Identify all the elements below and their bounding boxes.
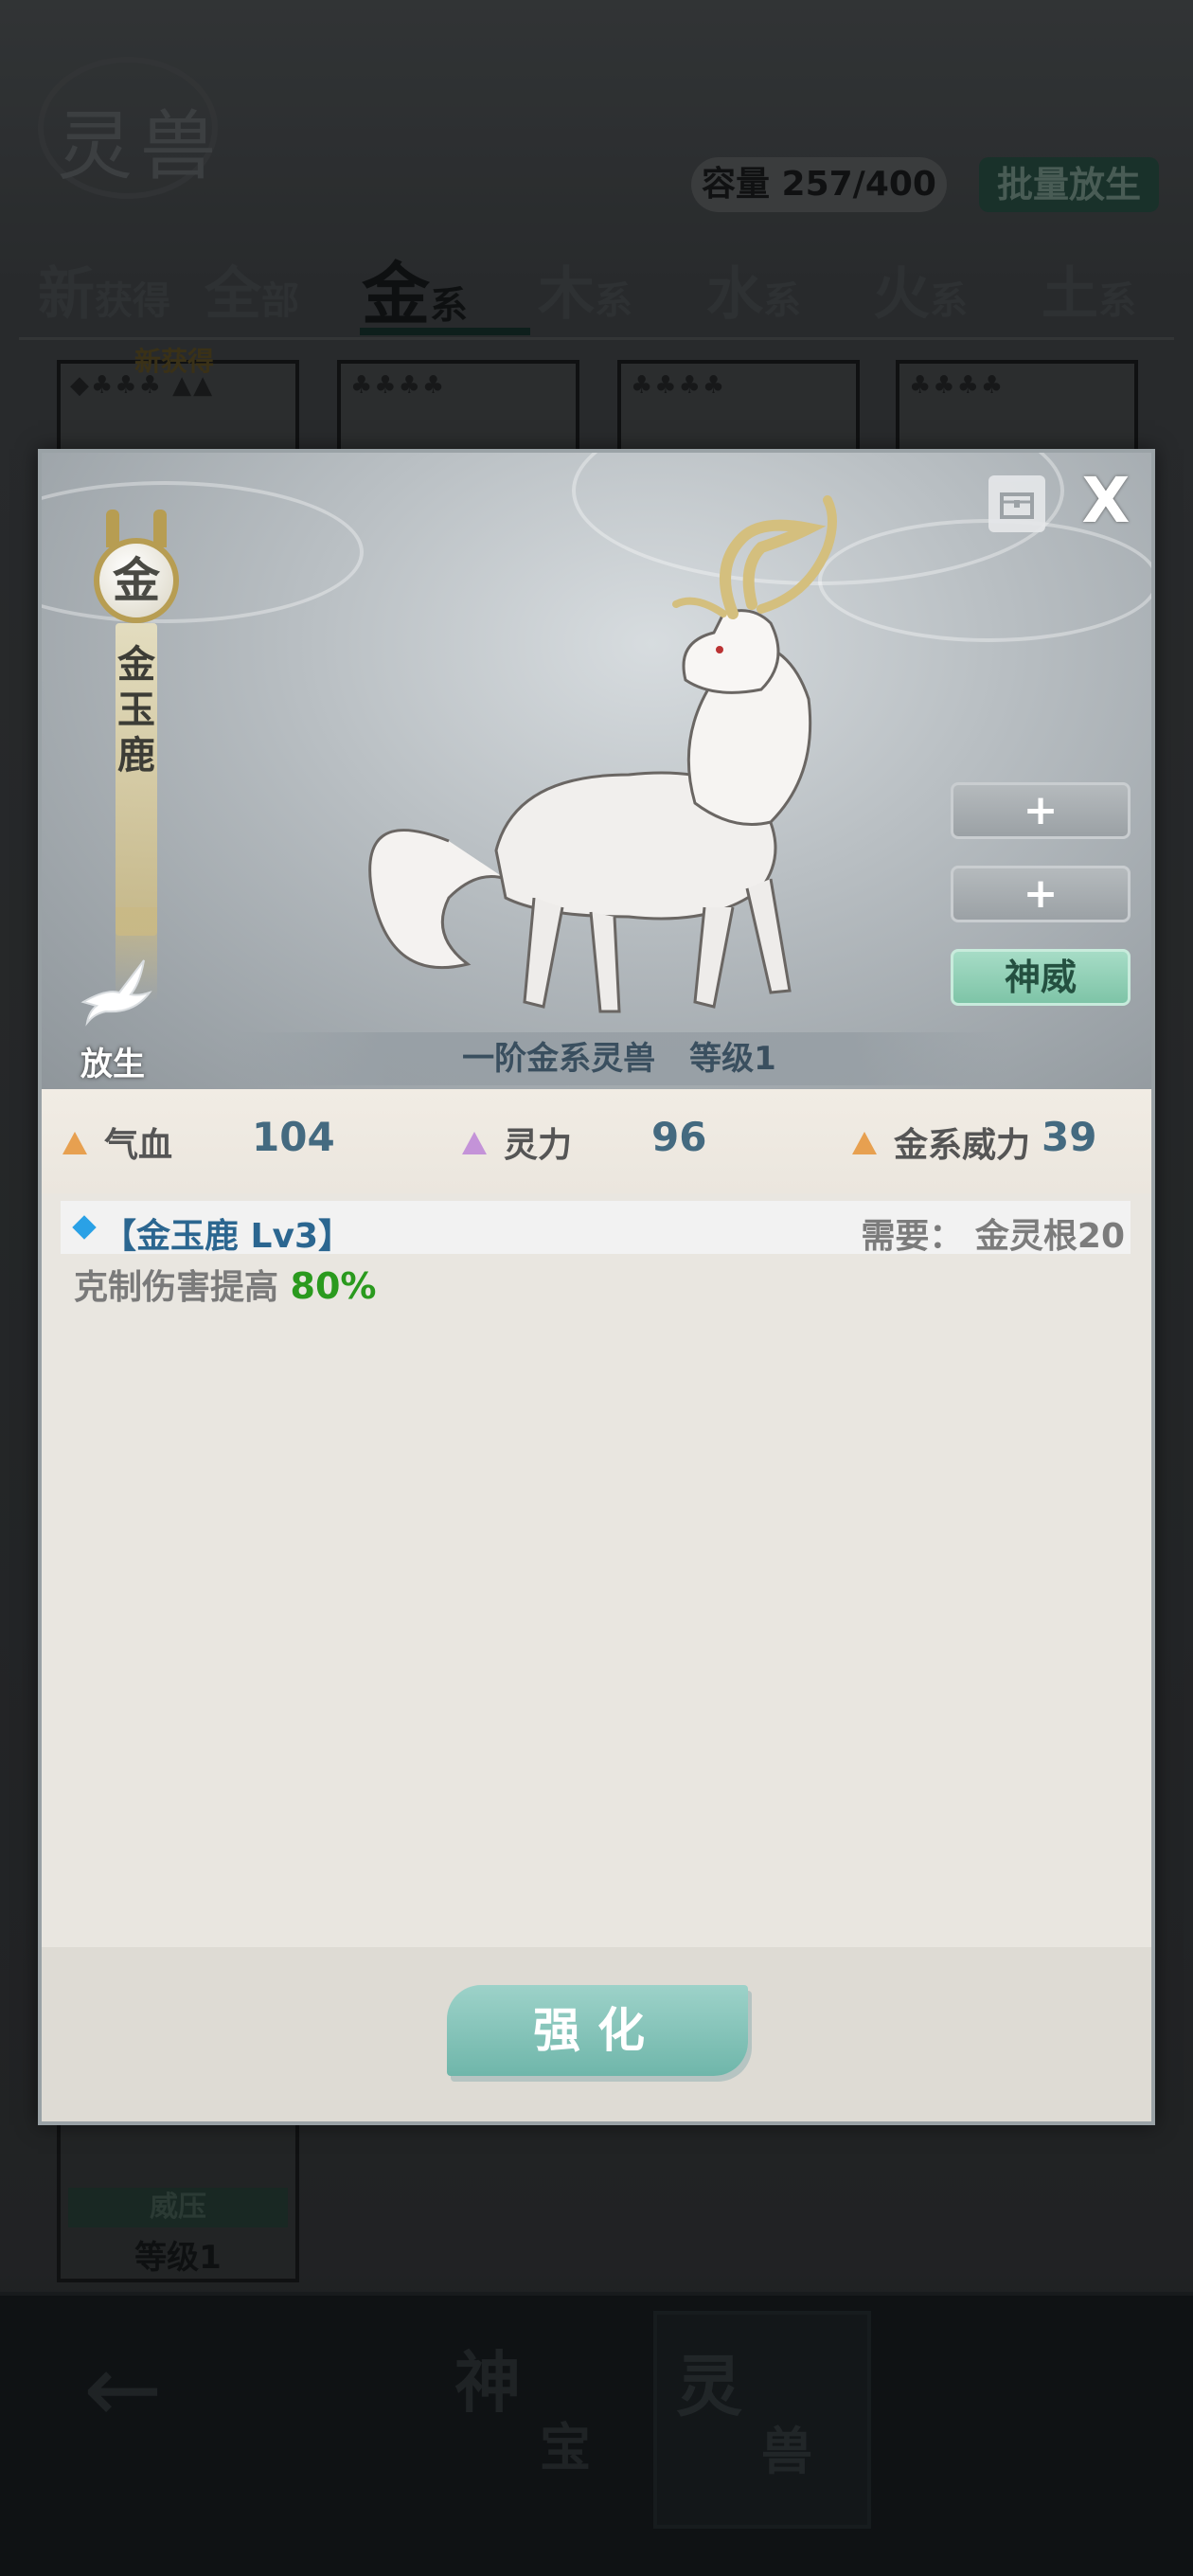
stat-metal-power: 金系威力 39	[852, 1114, 1096, 1165]
triangle-icon	[462, 1132, 487, 1154]
release-button[interactable]: 放生	[61, 955, 165, 1083]
equip-slot-button-2[interactable]: +	[951, 866, 1131, 922]
stats-row: 气血 104 灵力 96 金系威力 39	[42, 1089, 1151, 1193]
enhance-button[interactable]: 强化	[447, 1985, 748, 2076]
release-label: 放生	[80, 1046, 145, 1083]
triangle-icon	[852, 1132, 877, 1154]
element-badge: 金	[94, 538, 179, 623]
diamond-icon	[72, 1215, 97, 1240]
skill-header: 【金玉鹿 Lv3】 需要： 金灵根20	[61, 1201, 1131, 1256]
beast-name-vertical: 金玉鹿	[117, 642, 155, 778]
skill-name: 【金玉鹿 Lv3】	[102, 1217, 352, 1256]
chest-icon	[1000, 492, 1034, 519]
beast-rank-caption: 一阶金系灵兽 等级1	[231, 1032, 1007, 1085]
beast-illustration	[368, 495, 837, 1013]
divine-might-button[interactable]: 神威	[951, 949, 1131, 1006]
beast-detail-dialog: 金 金玉鹿 放生 X + + 神威 一阶金系灵兽 等级1 气血 104 灵力 9…	[38, 449, 1155, 2125]
stat-hp: 气血 104	[62, 1114, 335, 1165]
lock-button[interactable]	[988, 475, 1045, 532]
beast-portrait-area: 金 金玉鹿 放生 X + + 神威 一阶金系灵兽 等级1	[42, 453, 1151, 1089]
skill-description: 克制伤害提高 80%	[74, 1265, 377, 1307]
dove-icon	[80, 959, 152, 1027]
element-banner: 金 金玉鹿	[89, 510, 184, 1002]
equip-slot-button-1[interactable]: +	[951, 782, 1131, 839]
skill-requirement: 需要： 金灵根20	[861, 1217, 1125, 1256]
close-button[interactable]: X	[1077, 468, 1134, 534]
dialog-footer: 强化	[42, 1947, 1151, 2121]
stat-spirit: 灵力 96	[462, 1114, 706, 1165]
triangle-icon	[62, 1132, 87, 1154]
